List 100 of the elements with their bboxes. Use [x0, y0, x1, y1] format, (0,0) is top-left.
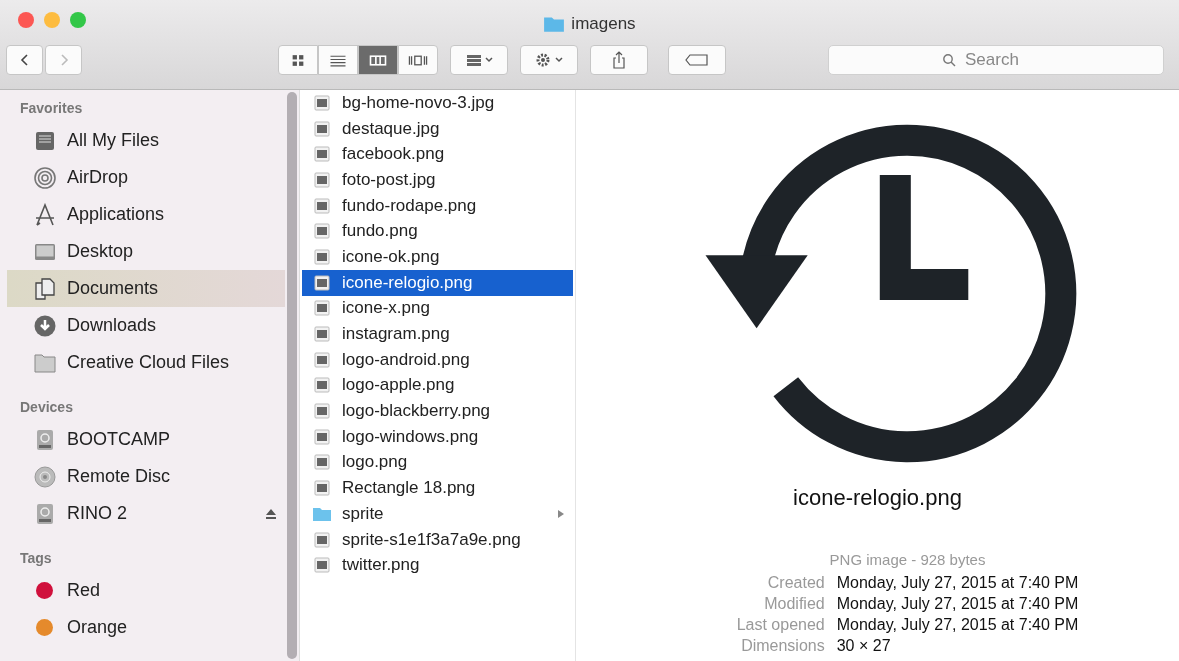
settings-button[interactable] — [520, 45, 578, 75]
airdrop-icon — [33, 165, 57, 190]
downloads-icon — [33, 313, 57, 338]
file-thumbnail-icon — [312, 274, 332, 291]
file-name: destaque.jpg — [342, 118, 441, 139]
file-row[interactable]: fundo-rodape.png — [302, 192, 573, 219]
close-button[interactable] — [18, 12, 34, 28]
file-thumbnail-icon — [312, 223, 332, 240]
coverflow-view-button[interactable] — [398, 45, 438, 75]
arrange-button[interactable] — [450, 45, 508, 75]
file-row[interactable]: Rectangle 18.png — [302, 475, 573, 501]
info-value: Monday, July 27, 2015 at 7:40 PM — [836, 574, 1079, 592]
search-icon — [942, 53, 956, 67]
file-thumbnail-icon — [312, 531, 332, 548]
sidebar-item[interactable]: RINO 2 — [7, 495, 285, 532]
file-name: logo-apple.png — [342, 375, 456, 396]
file-name: icone-ok.png — [342, 246, 441, 267]
sidebar-item[interactable]: Red — [7, 572, 285, 609]
file-name: icone-x.png — [342, 298, 431, 319]
file-thumbnail-icon — [312, 171, 332, 188]
file-summary: PNG image - 928 bytes — [829, 551, 986, 568]
file-row[interactable]: instagram.png — [302, 321, 573, 347]
folder-icon — [312, 505, 332, 522]
file-row[interactable]: logo-apple.png — [302, 372, 573, 399]
sidebar-label: AirDrop — [67, 167, 129, 188]
sidebar-item[interactable]: Orange — [7, 609, 285, 646]
sidebar-label: Remote Disc — [67, 466, 172, 487]
file-thumbnail-icon — [312, 326, 332, 343]
share-button[interactable] — [590, 45, 648, 75]
file-thumbnail-icon — [312, 454, 332, 471]
back-button[interactable] — [6, 45, 43, 75]
sidebar-item[interactable]: AirDrop — [7, 159, 285, 196]
file-row[interactable]: sprite-s1e1f3a7a9e.png — [302, 526, 573, 553]
sidebar-item[interactable]: Remote Disc — [7, 458, 285, 495]
sidebar-item[interactable]: Applications — [7, 196, 285, 233]
file-name: sprite — [342, 503, 385, 524]
file-row[interactable]: logo-windows.png — [302, 423, 573, 450]
info-label: Last opened — [736, 616, 825, 634]
sidebar-label: All My Files — [67, 130, 160, 151]
file-name: fundo.png — [342, 221, 419, 242]
sidebar-label: Red — [67, 580, 102, 601]
file-name: sprite-s1e1f3a7a9e.png — [342, 529, 522, 550]
file-thumbnail-icon — [312, 146, 332, 163]
file-name: bg-home-novo-3.jpg — [342, 92, 496, 113]
file-thumbnail-icon — [312, 300, 332, 317]
scrollbar[interactable] — [285, 90, 299, 661]
sidebar-item[interactable]: All My Files — [7, 122, 285, 159]
sidebar-label: Creative Cloud Files — [67, 352, 231, 373]
file-thumbnail-icon — [312, 377, 332, 394]
file-row[interactable]: logo-blackberry.png — [302, 398, 573, 424]
share-icon — [611, 51, 627, 69]
file-name: fundo-rodape.png — [342, 195, 478, 216]
section-heading: Favorites — [19, 99, 84, 118]
file-name: logo-windows.png — [342, 426, 480, 447]
file-name: instagram.png — [342, 324, 451, 345]
settings-dropdown-icon — [534, 52, 564, 68]
sidebar-item[interactable]: Creative Cloud Files — [7, 344, 285, 381]
zoom-button[interactable] — [70, 12, 86, 28]
file-row[interactable]: icone-x.png — [302, 295, 573, 322]
sidebar-item[interactable]: Desktop — [7, 233, 285, 270]
file-row[interactable]: twitter.png — [302, 552, 573, 579]
file-row[interactable]: bg-home-novo-3.jpg — [302, 90, 573, 116]
sidebar-label: RINO 2 — [67, 503, 128, 524]
file-name: twitter.png — [342, 555, 421, 576]
disc-icon — [33, 464, 57, 489]
sidebar-item[interactable]: Documents — [7, 270, 285, 307]
file-thumbnail-icon — [312, 197, 332, 214]
file-row[interactable]: sprite — [302, 501, 573, 527]
folder-icon — [543, 15, 566, 33]
file-row[interactable]: foto-post.jpg — [302, 167, 573, 193]
file-name: logo-android.png — [342, 349, 471, 370]
info-label: Modified — [763, 595, 825, 613]
sidebar-item[interactable]: Downloads — [7, 307, 285, 344]
file-thumbnail-icon — [312, 480, 332, 497]
file-name: logo-blackberry.png — [342, 401, 492, 422]
file-row[interactable]: fundo.png — [302, 218, 573, 245]
sidebar-label: Applications — [67, 204, 166, 225]
sidebar-label: Documents — [67, 278, 160, 299]
file-row[interactable]: logo.png — [302, 449, 573, 476]
disclosure-icon — [557, 508, 565, 519]
tag-button[interactable] — [668, 45, 726, 75]
file-row[interactable]: icone-relogio.png — [302, 269, 573, 296]
search-field[interactable]: Search — [828, 45, 1164, 75]
file-row[interactable]: facebook.png — [302, 141, 573, 168]
preview-file-name: icone-relogio.png — [793, 485, 962, 511]
icons-view-button[interactable] — [278, 45, 318, 75]
file-row[interactable]: logo-android.png — [302, 346, 573, 373]
list-view-button[interactable] — [318, 45, 358, 75]
eject-icon[interactable] — [265, 507, 277, 520]
info-label: Dimensions — [740, 637, 825, 655]
forward-button[interactable] — [45, 45, 82, 75]
sidebar-item[interactable]: BOOTCAMP — [7, 421, 285, 458]
file-row[interactable]: destaque.jpg — [302, 115, 573, 142]
file-thumbnail-icon — [312, 428, 332, 445]
apps-icon — [33, 202, 57, 227]
file-row[interactable]: icone-ok.png — [302, 244, 573, 270]
columns-view-button[interactable] — [358, 45, 398, 75]
file-thumbnail-icon — [312, 248, 332, 265]
info-value: 30 × 27 — [836, 637, 892, 655]
sidebar-label: Desktop — [67, 241, 135, 262]
